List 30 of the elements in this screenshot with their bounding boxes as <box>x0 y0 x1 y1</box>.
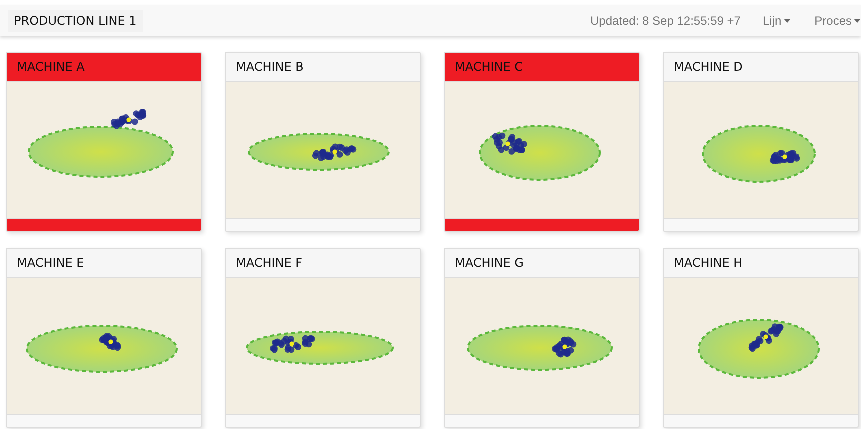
machine-card[interactable]: MACHINE B <box>225 52 421 232</box>
data-points-drawing <box>111 108 147 130</box>
machine-card[interactable]: MACHINE F <box>225 248 421 428</box>
machine-name: MACHINE H <box>674 256 743 270</box>
machine-name: MACHINE A <box>17 60 85 74</box>
data-points-drawing <box>552 336 577 358</box>
machine-name: MACHINE G <box>455 256 524 270</box>
machine-card[interactable]: MACHINE H <box>663 248 859 428</box>
caret-icon <box>784 18 791 22</box>
machine-name: MACHINE E <box>17 256 84 270</box>
machine-name: MACHINE F <box>236 256 303 270</box>
dropdown-menu[interactable]: Proces <box>814 14 861 28</box>
data-points-drawing <box>492 132 528 155</box>
page-title: PRODUCTION LINE 1 <box>8 10 143 32</box>
data-points-drawing <box>270 335 316 354</box>
machine-card[interactable]: MACHINE C <box>444 52 640 232</box>
caret-icon <box>854 18 861 22</box>
updated-timestamp: Updated: 8 Sep 12:55:59 +7 <box>590 14 741 28</box>
machine-card[interactable]: MACHINE G <box>444 248 640 428</box>
dropdown-menu[interactable]: Lijn <box>762 14 791 28</box>
data-points-drawing <box>770 150 800 164</box>
machine-card[interactable]: MACHINE E <box>6 248 202 428</box>
data-points-drawing <box>748 324 784 352</box>
data-points-drawing <box>99 333 122 352</box>
machine-name: MACHINE C <box>455 60 524 74</box>
machine-card[interactable]: MACHINE D <box>663 52 859 232</box>
machine-card[interactable]: MACHINE A <box>6 52 202 232</box>
machine-name: MACHINE D <box>674 60 743 74</box>
machine-name: MACHINE B <box>236 60 304 74</box>
data-points-drawing <box>312 144 357 162</box>
